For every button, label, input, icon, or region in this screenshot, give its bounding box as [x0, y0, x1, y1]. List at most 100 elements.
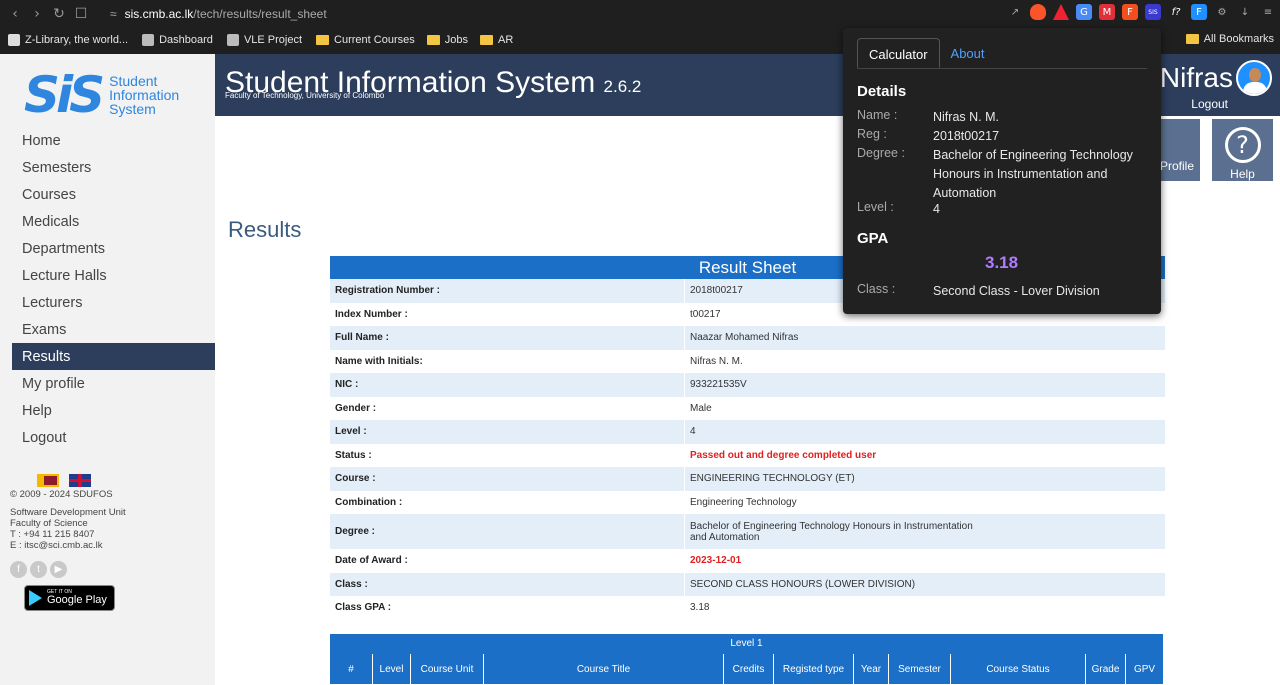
- sidebar-item-departments[interactable]: Departments: [12, 235, 215, 262]
- translate-extension-icon[interactable]: G: [1076, 4, 1092, 20]
- result-value: SECOND CLASS HONOURS (LOWER DIVISION): [684, 572, 994, 596]
- bookmark-jobs[interactable]: Jobs: [426, 34, 468, 46]
- column-header[interactable]: Grade: [1085, 654, 1125, 684]
- column-header[interactable]: Credits: [723, 654, 773, 684]
- site-info-icon[interactable]: ≈: [110, 7, 117, 21]
- fb-extension-icon[interactable]: F: [1191, 4, 1207, 20]
- sidebar-item-my-profile[interactable]: My profile: [12, 370, 215, 397]
- share-icon[interactable]: ↗: [1007, 4, 1023, 20]
- result-value: Naazar Mohamed Nifras: [684, 326, 994, 350]
- column-header[interactable]: GPV: [1125, 654, 1163, 684]
- result-label: Combination :: [335, 496, 403, 508]
- sidebar-item-lecturers[interactable]: Lecturers: [12, 289, 215, 316]
- details-heading: Details: [857, 83, 907, 100]
- bookmark-dashboard[interactable]: Dashboard: [142, 34, 213, 46]
- download-icon[interactable]: ↓: [1237, 4, 1253, 20]
- column-header[interactable]: Year: [853, 654, 888, 684]
- result-label: Status :: [335, 449, 372, 461]
- tab-calculator[interactable]: Calculator: [857, 38, 940, 68]
- detail-level: Level :4: [857, 200, 940, 216]
- sidebar: SiS Student Information System Home Seme…: [0, 54, 215, 685]
- brave-shield-icon[interactable]: [1030, 4, 1046, 20]
- moodle-icon: [142, 34, 155, 46]
- popup-tabs: Calculator About: [857, 38, 1147, 69]
- bookmark-ar[interactable]: AR: [479, 34, 513, 46]
- logout-link[interactable]: Logout: [1191, 97, 1228, 111]
- extensions-icon[interactable]: ⚙: [1214, 4, 1230, 20]
- bookmark-icon[interactable]: ☐: [70, 3, 92, 25]
- column-header[interactable]: Registed type: [773, 654, 853, 684]
- rewards-icon[interactable]: [1053, 4, 1069, 20]
- m-extension-icon[interactable]: M: [1099, 4, 1115, 20]
- sis-logo[interactable]: SiS Student Information System: [24, 66, 179, 124]
- sinhala-flag-icon[interactable]: [37, 474, 59, 487]
- sidebar-item-results[interactable]: Results: [12, 343, 215, 370]
- page-title: Results: [228, 217, 302, 242]
- folder-icon: [426, 35, 440, 45]
- function-extension-icon[interactable]: f?: [1168, 4, 1184, 20]
- result-row: Full Name : Naazar Mohamed Nifras: [330, 326, 1165, 350]
- column-header[interactable]: #: [330, 654, 372, 684]
- class-row: Class : Second Class - Lover Division: [857, 282, 1100, 298]
- result-row: Name with Initials: Nifras N. M.: [330, 349, 1165, 373]
- sidebar-item-help[interactable]: Help: [12, 397, 215, 424]
- help-icon: ?: [1224, 127, 1261, 163]
- logo-text: Student Information System: [109, 73, 180, 117]
- avatar[interactable]: [1236, 60, 1272, 96]
- extensions-row: ↗ G M F SIS f? F ⚙ ↓ ≡: [1007, 4, 1276, 20]
- facebook-icon[interactable]: f: [10, 561, 27, 578]
- youtube-icon[interactable]: ▶: [50, 561, 67, 578]
- language-flags: [37, 474, 91, 487]
- result-value: 933221535V: [684, 373, 994, 397]
- sidebar-item-exams[interactable]: Exams: [12, 316, 215, 343]
- bookmark-vle-project[interactable]: VLE Project: [226, 34, 302, 46]
- result-label: Level :: [335, 426, 367, 438]
- result-value: Nifras N. M.: [684, 349, 994, 373]
- social-links: f t ▶: [10, 561, 67, 578]
- result-label: Registration Number :: [335, 285, 441, 297]
- result-value: Engineering Technology: [684, 490, 994, 514]
- google-play-badge[interactable]: GET IT ON Google Play: [24, 585, 115, 611]
- result-value: Passed out and degree completed user: [684, 443, 994, 467]
- result-value: 4: [684, 420, 994, 444]
- figma-extension-icon[interactable]: F: [1122, 4, 1138, 20]
- result-label: Course :: [335, 473, 376, 485]
- help-tile[interactable]: ? Help: [1212, 119, 1273, 181]
- tab-about[interactable]: About: [940, 38, 996, 68]
- sidebar-item-courses[interactable]: Courses: [12, 181, 215, 208]
- column-header[interactable]: Course Unit: [410, 654, 483, 684]
- result-label: Gender :: [335, 402, 377, 414]
- gpa-heading: GPA: [857, 230, 889, 247]
- english-flag-icon[interactable]: [69, 474, 91, 487]
- result-label: Date of Award :: [335, 555, 408, 567]
- bookmark-zlibrary[interactable]: Z-Library, the world...: [8, 34, 128, 46]
- bookmark-current-courses[interactable]: Current Courses: [316, 34, 415, 46]
- zlibrary-icon: [8, 34, 20, 46]
- sidebar-item-logout[interactable]: Logout: [12, 424, 215, 451]
- forward-icon[interactable]: ›: [26, 3, 48, 25]
- back-icon[interactable]: ‹: [4, 3, 26, 25]
- url-host: sis.cmb.ac.lk: [124, 7, 194, 21]
- column-header[interactable]: Course Title: [483, 654, 723, 684]
- twitter-icon[interactable]: t: [30, 561, 47, 578]
- menu-icon[interactable]: ≡: [1260, 4, 1276, 20]
- column-header[interactable]: Course Status: [950, 654, 1085, 684]
- result-row: Date of Award : 2023-12-01: [330, 549, 1165, 573]
- result-value: ENGINEERING TECHNOLOGY (ET): [684, 467, 994, 491]
- result-row: Class GPA : 3.18: [330, 596, 1165, 620]
- sidebar-item-lecture-halls[interactable]: Lecture Halls: [12, 262, 215, 289]
- address-bar[interactable]: ≈ sis.cmb.ac.lk/tech/results/result_shee…: [110, 3, 1010, 25]
- sidebar-item-home[interactable]: Home: [12, 127, 215, 154]
- result-label: Full Name :: [335, 332, 389, 344]
- sis-extension-icon[interactable]: SIS: [1145, 4, 1161, 20]
- folder-icon: [1185, 34, 1199, 44]
- sidebar-item-semesters[interactable]: Semesters: [12, 154, 215, 181]
- reload-icon[interactable]: ↻: [48, 3, 70, 25]
- column-header[interactable]: Semester: [888, 654, 950, 684]
- result-row: Combination : Engineering Technology: [330, 490, 1165, 514]
- all-bookmarks[interactable]: All Bookmarks: [1185, 33, 1274, 45]
- sidebar-item-medicals[interactable]: Medicals: [12, 208, 215, 235]
- copyright: © 2009 - 2024 SDUFOS: [10, 489, 113, 500]
- column-header[interactable]: Level: [372, 654, 410, 684]
- extension-popup: Calculator About Details Name : Nifras N.…: [843, 28, 1161, 314]
